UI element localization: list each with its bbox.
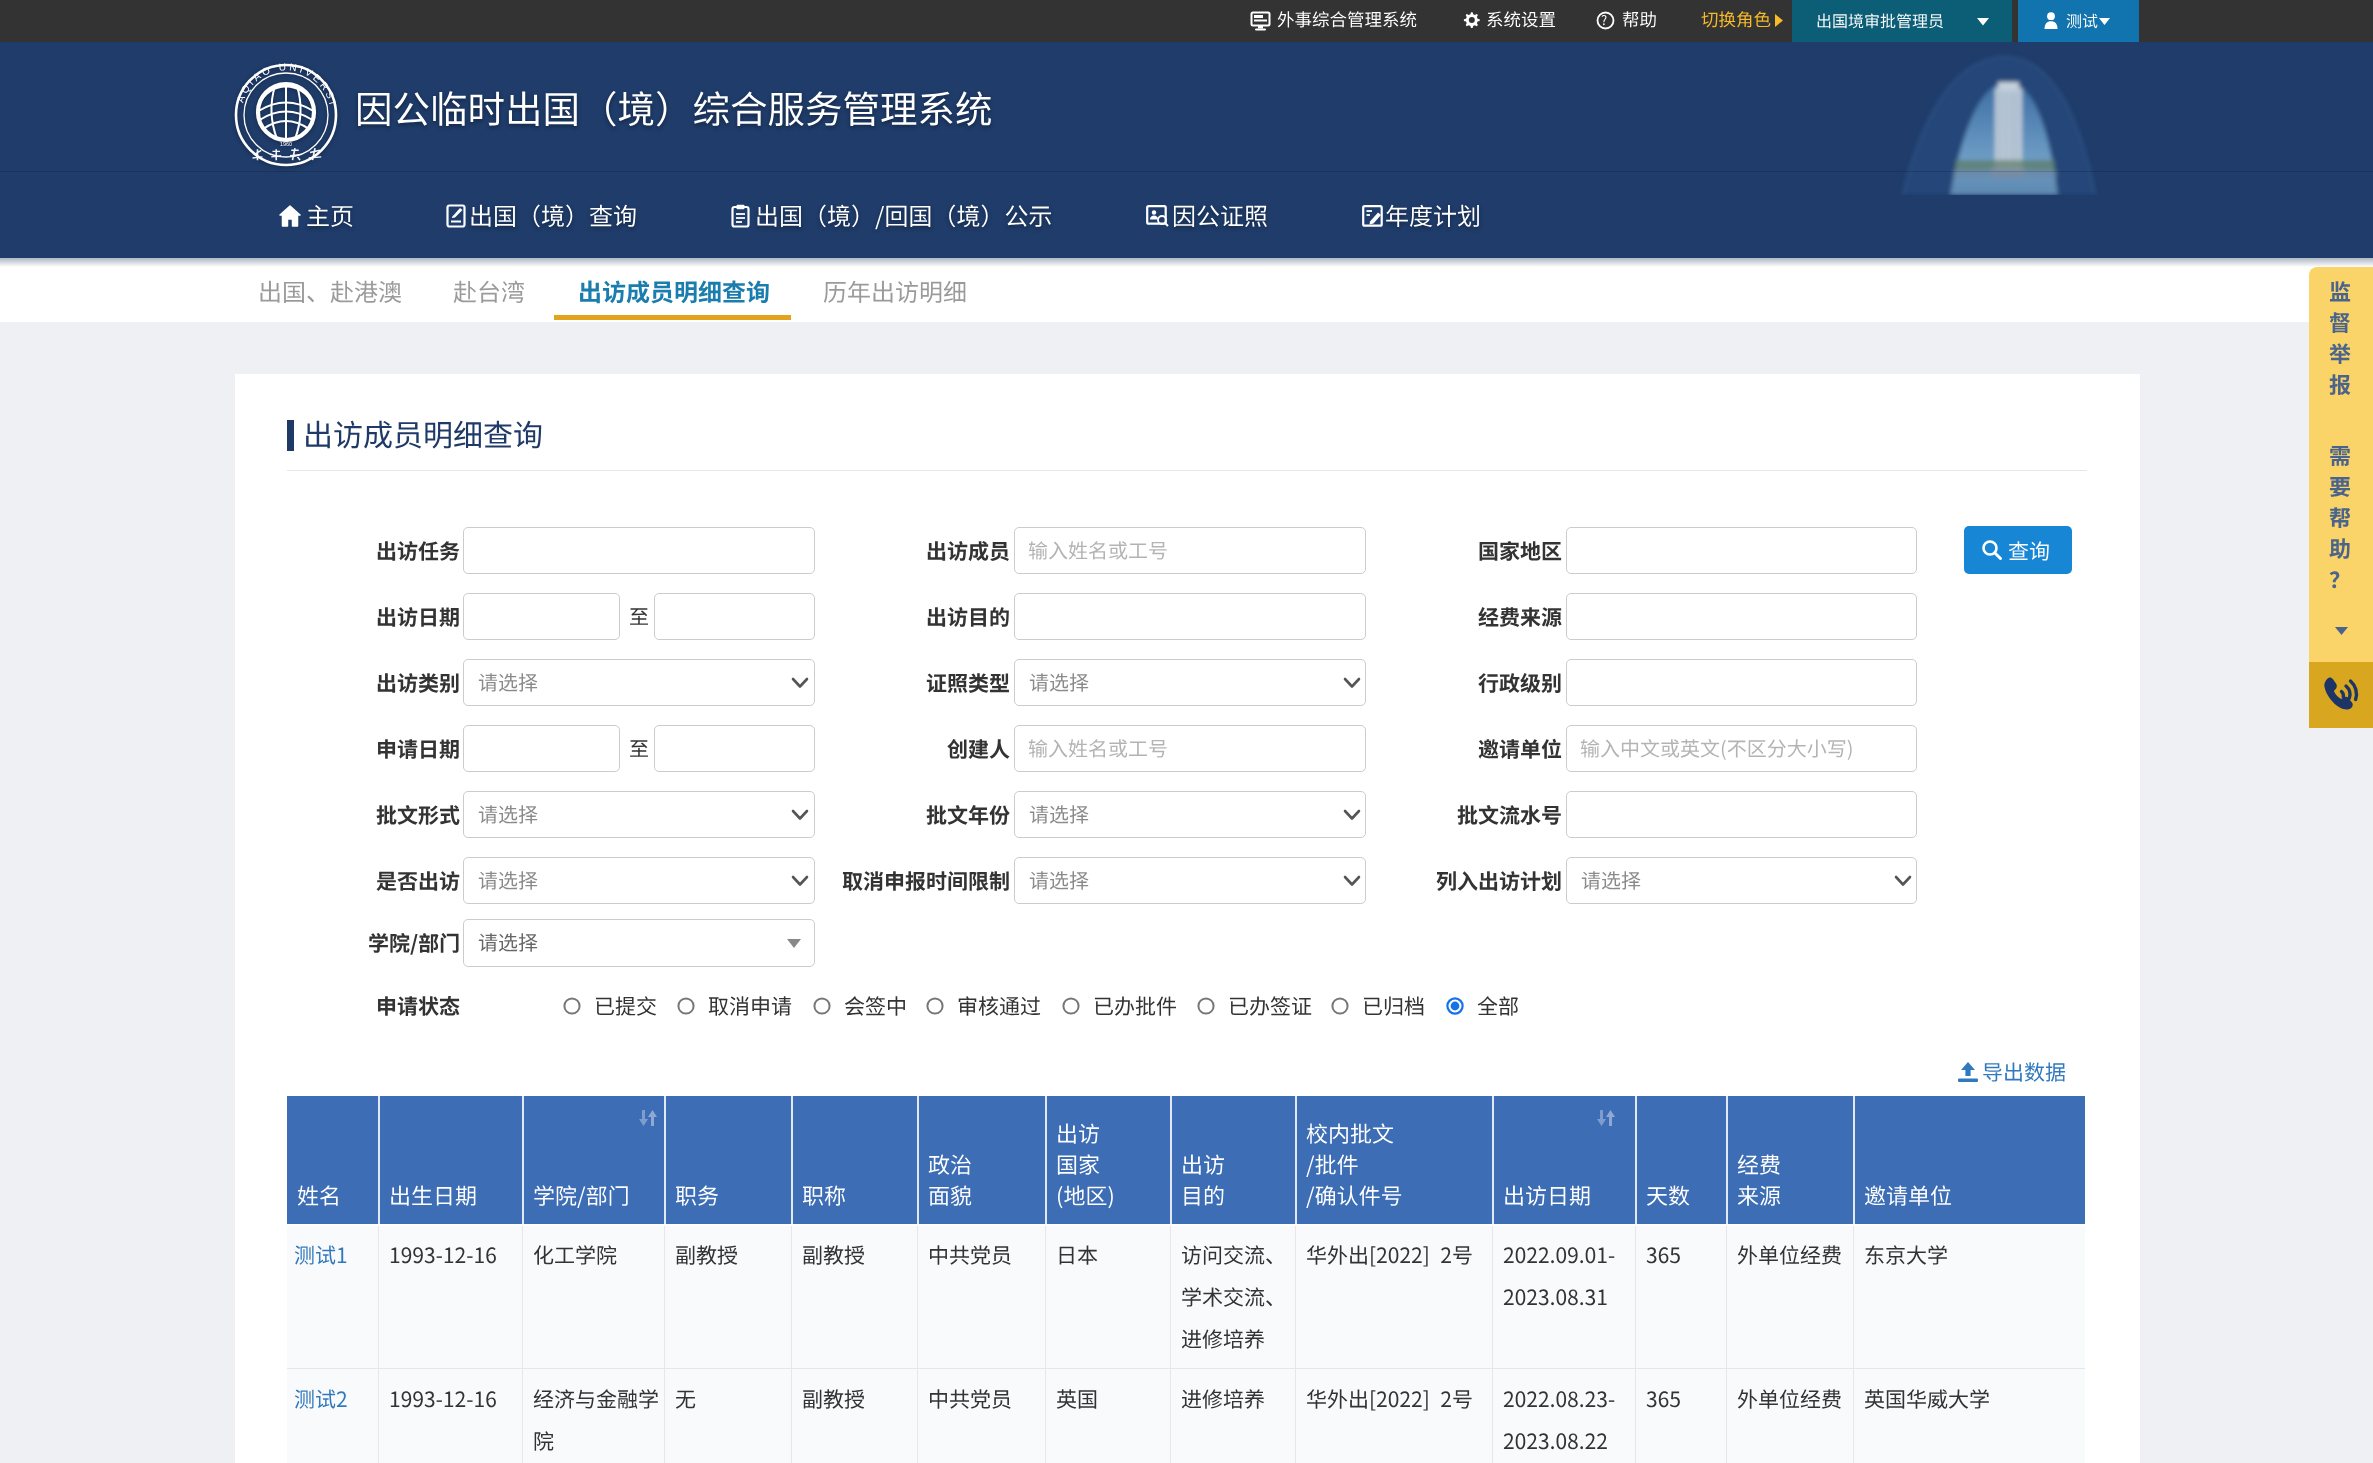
svg-text:1960: 1960 [280,141,292,147]
